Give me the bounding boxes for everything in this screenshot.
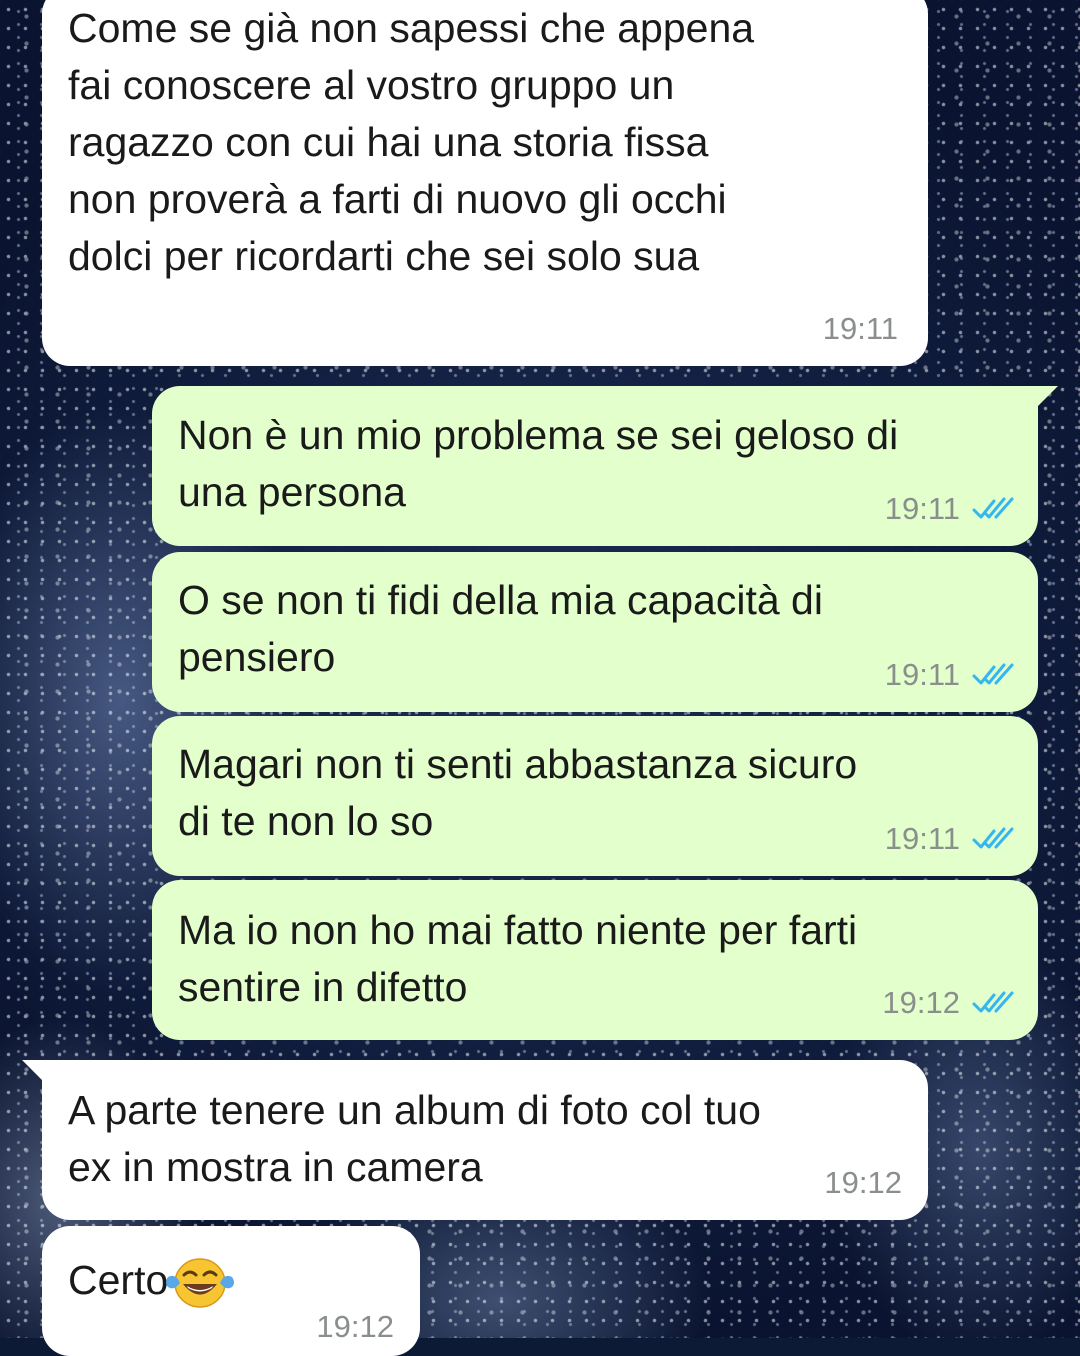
message-time: 19:11 <box>884 491 960 526</box>
double-check-read-icon <box>972 991 1014 1013</box>
message-text: Ma io non ho mai fatto niente per farti … <box>178 907 858 1010</box>
message-meta: 19:11 <box>823 312 898 346</box>
message-text: Non è un mio problema se sei geloso di u… <box>178 412 899 515</box>
message-bubble-outgoing[interactable]: Ma io non ho mai fatto niente per farti … <box>152 880 1038 1040</box>
message-time: 19:12 <box>882 985 960 1020</box>
message-bubble-outgoing[interactable]: O se non ti fidi della mia capacità di p… <box>152 552 1038 712</box>
message-time: 19:12 <box>316 1309 394 1344</box>
message-time: 19:12 <box>824 1165 902 1200</box>
double-check-read-icon <box>972 827 1014 849</box>
message-meta: 19:12 <box>316 1310 394 1344</box>
message-meta: 19:11 <box>885 658 1016 692</box>
bubble-tail <box>1032 386 1058 412</box>
message-time: 19:11 <box>884 657 960 692</box>
message-meta: 19:12 <box>882 986 1016 1020</box>
message-text: A parte tenere un album di foto col tuo … <box>68 1087 761 1190</box>
double-check-read-icon <box>972 663 1014 685</box>
message-bubble-outgoing[interactable]: Non è un mio problema se sei geloso di u… <box>152 386 1058 546</box>
message-text: O se non ti fidi della mia capacità di p… <box>178 577 823 680</box>
message-bubble-incoming[interactable]: Come se già non sapessi che appena fai c… <box>42 0 928 366</box>
message-meta: 19:11 <box>885 822 1016 856</box>
double-check-read-icon <box>972 497 1014 519</box>
message-time: 19:11 <box>884 821 960 856</box>
face-with-tears-of-joy-icon <box>166 1257 235 1308</box>
message-time: 19:11 <box>822 311 898 346</box>
message-text: Certo <box>68 1257 169 1303</box>
message-meta: 19:12 <box>824 1166 902 1200</box>
message-text: Come se già non sapessi che appena fai c… <box>68 5 755 279</box>
message-bubble-incoming[interactable]: A parte tenere un album di foto col tuo … <box>22 1060 928 1220</box>
message-text: Magari non ti senti abbastanza sicuro di… <box>178 741 858 844</box>
message-text-row: Certo <box>68 1252 236 1309</box>
bubble-tail <box>22 1060 48 1086</box>
chat-message-list[interactable]: Come se già non sapessi che appena fai c… <box>0 0 1080 1356</box>
message-meta: 19:11 <box>885 492 1016 526</box>
message-bubble-outgoing[interactable]: Magari non ti senti abbastanza sicuro di… <box>152 716 1038 876</box>
message-bubble-incoming[interactable]: Certo 19:12 <box>42 1226 420 1356</box>
